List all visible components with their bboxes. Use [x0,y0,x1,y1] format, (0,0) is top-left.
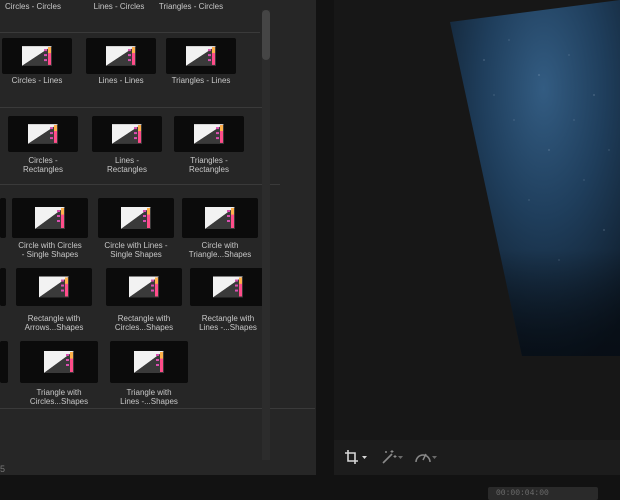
transition-thumbnail[interactable] [190,268,266,306]
transition-label: Circle with Triangle...Shapes [188,241,252,259]
app-window: Circles - Circles Lines - Circles Triangle… [0,0,620,500]
transition-preview-icon [121,207,151,229]
transition-preview-icon [44,351,74,373]
transition-label: Rectangle with Circles...Shapes [114,314,174,332]
section-divider [0,184,280,185]
transition-thumbnail[interactable] [0,268,6,306]
speed-gauge-icon[interactable] [414,448,440,466]
transition-label: Rectangle with Arrows...Shapes [24,314,84,332]
transition-thumbnail[interactable] [110,341,188,383]
transitions-browser: Circles - Circles Lines - Circles Triangle… [0,0,330,475]
transition-label: Triangle with Circles...Shapes [29,388,89,406]
section-divider [0,32,260,33]
viewer-toolbar [334,440,620,475]
transition-preview-icon [112,124,142,144]
transition-label: Lines - Lines [98,76,144,85]
transition-label: Circle with Lines - Single Shapes [104,241,168,259]
viewer-image [450,0,620,356]
crop-icon[interactable] [344,448,370,466]
transition-thumbnail[interactable] [20,341,98,383]
bottom-left-value: 5 [0,464,6,474]
transition-preview-icon [35,207,65,229]
transition-thumbnail[interactable] [0,198,6,238]
timecode-display: 00:00:04:00 [488,487,598,500]
transition-thumbnail[interactable] [166,38,236,74]
transition-thumbnail[interactable] [106,268,182,306]
magic-wand-icon[interactable] [380,448,406,466]
browser-scrollbar-track[interactable] [262,10,270,460]
transition-thumbnail[interactable] [8,116,78,152]
transition-preview-icon [129,276,159,298]
transition-preview-icon [28,124,58,144]
section-divider [0,107,270,108]
viewer-panel [334,0,620,440]
transition-thumbnail[interactable] [98,198,174,238]
transition-thumbnail[interactable] [174,116,244,152]
transition-preview-icon [39,276,69,298]
transition-thumbnail[interactable] [2,38,72,74]
transition-label: Circle with Circles - Single Shapes [18,241,82,259]
panel-divider[interactable] [316,0,334,475]
transition-preview-icon [194,124,224,144]
transition-label: Triangle with Lines -...Shapes [120,388,178,406]
transition-label: Triangles - Circles [158,2,224,11]
transition-preview-icon [22,46,52,66]
transition-label: Circles - Circles [5,2,61,11]
transition-thumbnail[interactable] [16,268,92,306]
transition-preview-icon [134,351,164,373]
transition-preview-icon [186,46,216,66]
transition-thumbnail[interactable] [0,341,8,383]
transition-label: Lines - Rectangles [106,156,148,174]
transition-label: Circles - Rectangles [22,156,64,174]
transition-preview-icon [205,207,235,229]
transition-thumbnail[interactable] [182,198,258,238]
transition-preview-icon [106,46,136,66]
transition-thumbnail[interactable] [92,116,162,152]
transition-label: Circles - Lines [11,76,63,85]
transition-label: Lines - Circles [93,2,145,11]
transition-label: Rectangle with Lines -...Shapes [199,314,257,332]
transition-label: Triangles - Lines [171,76,231,85]
transition-preview-icon [213,276,243,298]
browser-scrollbar-thumb[interactable] [262,10,270,60]
transition-thumbnail[interactable] [86,38,156,74]
transition-label: Triangles - Rectangles [188,156,230,174]
transition-thumbnail[interactable] [12,198,88,238]
